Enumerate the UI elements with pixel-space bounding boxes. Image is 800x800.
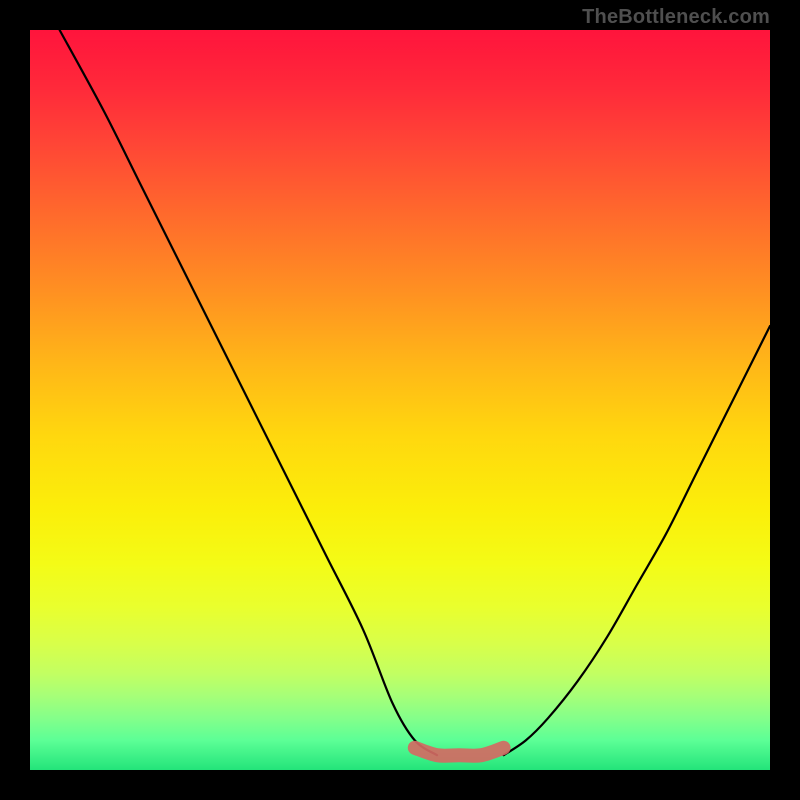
plot-area [30, 30, 770, 770]
series-group [60, 30, 770, 756]
chart-frame: TheBottleneck.com [0, 0, 800, 800]
bottom-band-path [415, 748, 504, 756]
chart-svg [30, 30, 770, 770]
right-curve-path [504, 326, 770, 755]
attribution-text: TheBottleneck.com [582, 6, 770, 29]
left-curve-path [60, 30, 437, 755]
